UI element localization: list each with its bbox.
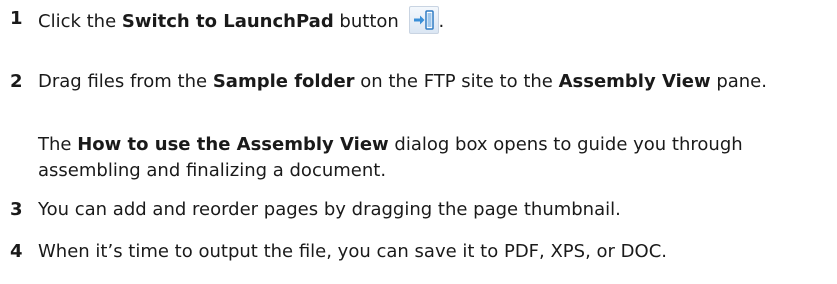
step-number: 2	[10, 71, 23, 92]
step-number: 3	[10, 199, 23, 220]
step-text: You can add and reorder pages by draggin…	[38, 199, 621, 220]
step-text: Click the Switch to LaunchPad button .	[38, 6, 830, 35]
sample-folder-label: Sample folder	[212, 71, 355, 92]
step-text: When it’s time to output the file, you c…	[38, 241, 667, 262]
assembly-view-label: Assembly View	[558, 71, 711, 92]
step-2-note: The How to use the Assembly View dialog …	[38, 134, 743, 181]
step-number: 4	[10, 241, 23, 262]
step-number: 1	[10, 8, 23, 29]
how-to-use-assembly-view-label: How to use the Assembly View	[77, 134, 389, 155]
switch-to-launchpad-label: Switch to LaunchPad	[121, 11, 334, 32]
step-text: Drag files from the Sample folder on the…	[38, 71, 767, 92]
switch-to-launchpad-icon[interactable]	[408, 6, 439, 34]
instructions-list: 1 Click the Switch to LaunchPad button .…	[0, 0, 837, 284]
